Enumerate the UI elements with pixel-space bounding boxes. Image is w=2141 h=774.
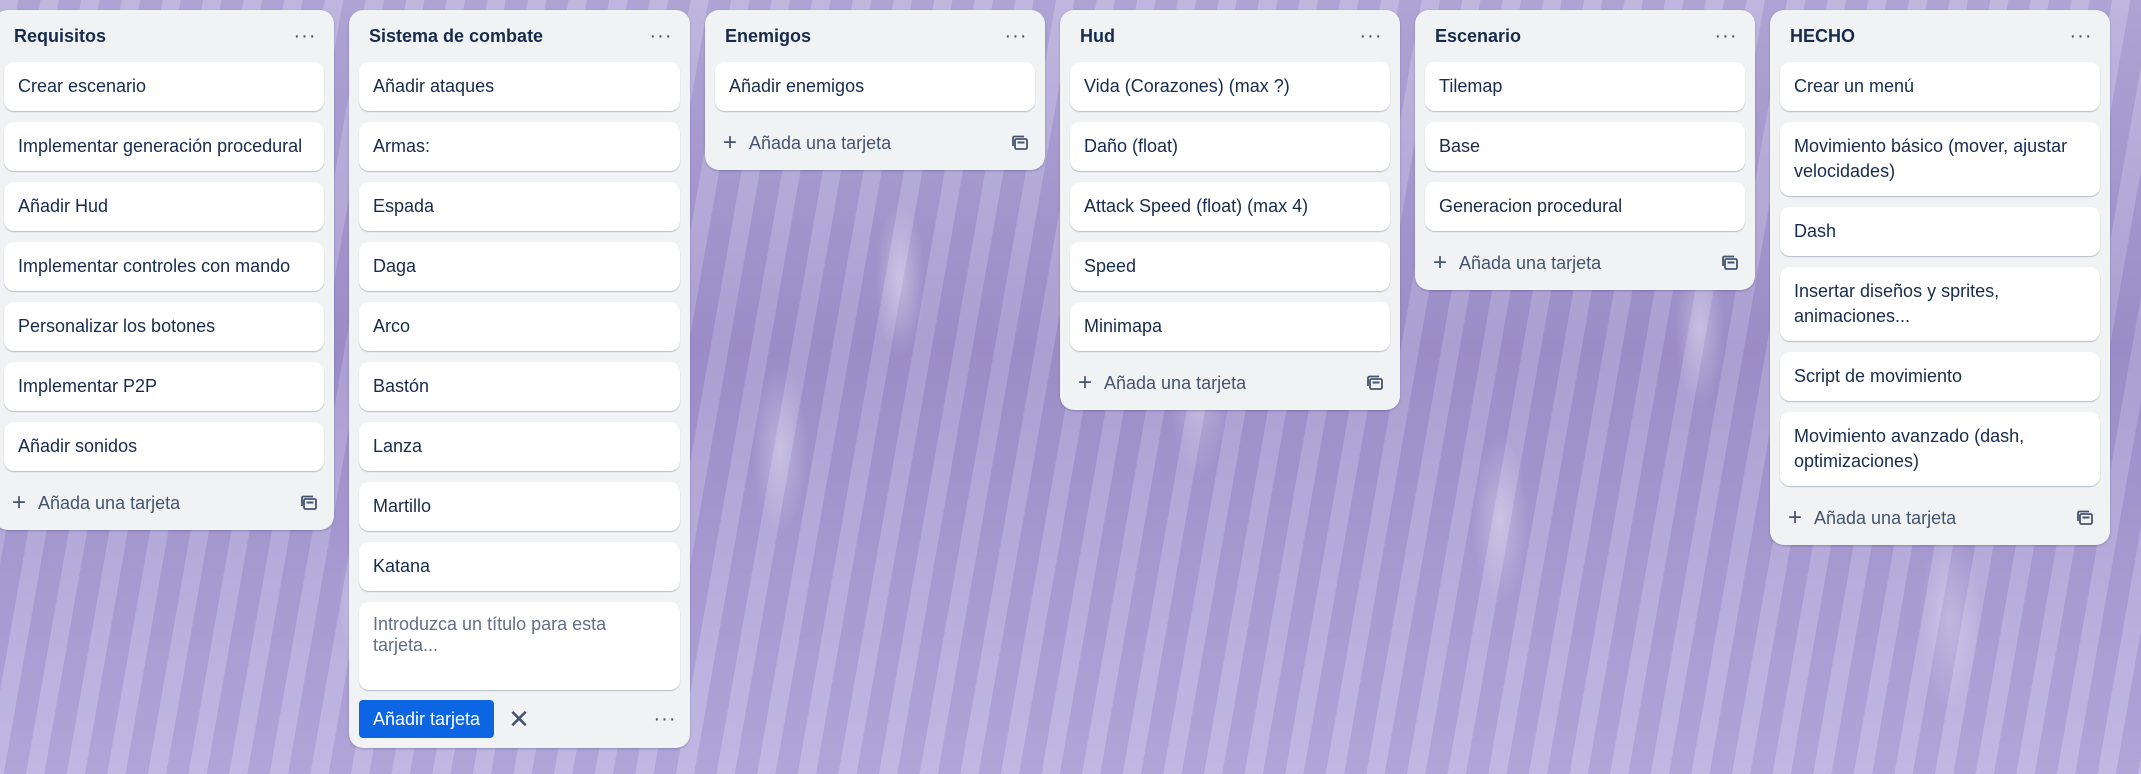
list-hud: Hud ··· Vida (Corazones) (max ?) Daño (f…: [1060, 10, 1400, 410]
card[interactable]: Base: [1425, 122, 1745, 171]
more-horizontal-icon[interactable]: ···: [290, 21, 320, 51]
list-header: HECHO ···: [1770, 10, 2110, 62]
list-requisitos: Requisitos ··· Crear escenario Implement…: [0, 10, 334, 530]
list-header: Hud ···: [1060, 10, 1400, 62]
list-header: Requisitos ···: [0, 10, 334, 62]
card-list: Crear escenario Implementar generación p…: [0, 62, 334, 471]
card[interactable]: Dash: [1780, 207, 2100, 256]
more-horizontal-icon[interactable]: ···: [646, 21, 676, 51]
plus-icon: +: [11, 489, 26, 516]
card[interactable]: Lanza: [359, 422, 680, 471]
card[interactable]: Insertar diseños y sprites, animaciones.…: [1780, 267, 2100, 341]
card[interactable]: Crear escenario: [4, 62, 324, 111]
card[interactable]: Añadir Hud: [4, 182, 324, 231]
card[interactable]: Vida (Corazones) (max ?): [1070, 62, 1390, 111]
list-title[interactable]: Sistema de combate: [369, 26, 543, 47]
list-header: Sistema de combate ···: [349, 10, 690, 62]
card[interactable]: Tilemap: [1425, 62, 1745, 111]
plus-icon: +: [722, 129, 737, 156]
card[interactable]: Attack Speed (float) (max 4): [1070, 182, 1390, 231]
add-card-button[interactable]: + Añada una tarjeta: [10, 489, 181, 516]
list-title[interactable]: Enemigos: [725, 26, 811, 47]
more-horizontal-icon[interactable]: ···: [1356, 21, 1386, 51]
card[interactable]: Implementar generación procedural: [4, 122, 324, 171]
list-header: Enemigos ···: [705, 10, 1045, 62]
card[interactable]: Armas:: [359, 122, 680, 171]
add-card-row: + Añada una tarjeta: [1060, 362, 1400, 404]
card-template-icon[interactable]: [1366, 374, 1384, 392]
add-card-button[interactable]: + Añada una tarjeta: [721, 129, 892, 156]
close-icon[interactable]: ✕: [508, 706, 530, 732]
new-card-composer: [359, 602, 680, 690]
plus-icon: +: [1077, 369, 1092, 396]
card[interactable]: Personalizar los botones: [4, 302, 324, 351]
more-horizontal-icon[interactable]: ···: [650, 704, 680, 734]
card[interactable]: Implementar P2P: [4, 362, 324, 411]
card[interactable]: Martillo: [359, 482, 680, 531]
list-hecho: HECHO ··· Crear un menú Movimiento básic…: [1770, 10, 2110, 545]
card[interactable]: Daño (float): [1070, 122, 1390, 171]
plus-icon: +: [1432, 249, 1447, 276]
card[interactable]: Minimapa: [1070, 302, 1390, 351]
card[interactable]: Espada: [359, 182, 680, 231]
card-list: Tilemap Base Generacion procedural: [1415, 62, 1755, 231]
add-card-label: Añada una tarjeta: [1459, 252, 1602, 273]
plus-icon: +: [1787, 504, 1802, 531]
card[interactable]: Bastón: [359, 362, 680, 411]
card[interactable]: Crear un menú: [1780, 62, 2100, 111]
list-title[interactable]: HECHO: [1790, 26, 1855, 47]
card[interactable]: Movimiento básico (mover, ajustar veloci…: [1780, 122, 2100, 196]
card-list: Añadir ataques Armas: Espada Daga Arco B…: [349, 62, 690, 591]
add-card-button[interactable]: + Añada una tarjeta: [1786, 504, 1957, 531]
more-horizontal-icon[interactable]: ···: [1001, 21, 1031, 51]
add-card-submit-button[interactable]: Añadir tarjeta: [359, 700, 495, 738]
card[interactable]: Speed: [1070, 242, 1390, 291]
add-card-label: Añada una tarjeta: [1104, 372, 1247, 393]
card-list: Crear un menú Movimiento básico (mover, …: [1770, 62, 2110, 486]
card[interactable]: Añadir sonidos: [4, 422, 324, 471]
new-card-title-input[interactable]: [359, 602, 680, 690]
composer-actions: Añadir tarjeta ✕ ···: [349, 690, 690, 742]
add-card-row: + Añada una tarjeta: [0, 482, 334, 524]
card-list: Vida (Corazones) (max ?) Daño (float) At…: [1060, 62, 1400, 351]
add-card-row: + Añada una tarjeta: [1770, 497, 2110, 539]
card[interactable]: Script de movimiento: [1780, 352, 2100, 401]
card[interactable]: Katana: [359, 542, 680, 591]
list-title[interactable]: Requisitos: [14, 26, 106, 47]
list-header: Escenario ···: [1415, 10, 1755, 62]
card-template-icon[interactable]: [1011, 134, 1029, 152]
list-title[interactable]: Hud: [1080, 26, 1115, 47]
card[interactable]: Daga: [359, 242, 680, 291]
add-card-label: Añada una tarjeta: [38, 492, 181, 513]
card-template-icon[interactable]: [2076, 509, 2094, 527]
composer-left: Añadir tarjeta ✕: [359, 700, 530, 738]
list-title[interactable]: Escenario: [1435, 26, 1521, 47]
add-card-label: Añada una tarjeta: [1814, 507, 1957, 528]
list-sistema-de-combate: Sistema de combate ··· Añadir ataques Ar…: [349, 10, 690, 748]
card-template-icon[interactable]: [300, 494, 318, 512]
card[interactable]: Arco: [359, 302, 680, 351]
add-card-row: + Añada una tarjeta: [1415, 242, 1755, 284]
more-horizontal-icon[interactable]: ···: [2066, 21, 2096, 51]
card[interactable]: Añadir ataques: [359, 62, 680, 111]
board: Requisitos ··· Crear escenario Implement…: [0, 0, 2141, 774]
card-list: Añadir enemigos: [705, 62, 1045, 111]
add-card-row: + Añada una tarjeta: [705, 122, 1045, 164]
more-horizontal-icon[interactable]: ···: [1711, 21, 1741, 51]
card[interactable]: Generacion procedural: [1425, 182, 1745, 231]
card[interactable]: Movimiento avanzado (dash, optimizacione…: [1780, 412, 2100, 486]
card[interactable]: Implementar controles con mando: [4, 242, 324, 291]
add-card-button[interactable]: + Añada una tarjeta: [1431, 249, 1602, 276]
card[interactable]: Añadir enemigos: [715, 62, 1035, 111]
card-template-icon[interactable]: [1721, 254, 1739, 272]
add-card-label: Añada una tarjeta: [749, 132, 892, 153]
list-escenario: Escenario ··· Tilemap Base Generacion pr…: [1415, 10, 1755, 290]
list-enemigos: Enemigos ··· Añadir enemigos + Añada una…: [705, 10, 1045, 170]
add-card-button[interactable]: + Añada una tarjeta: [1076, 369, 1247, 396]
